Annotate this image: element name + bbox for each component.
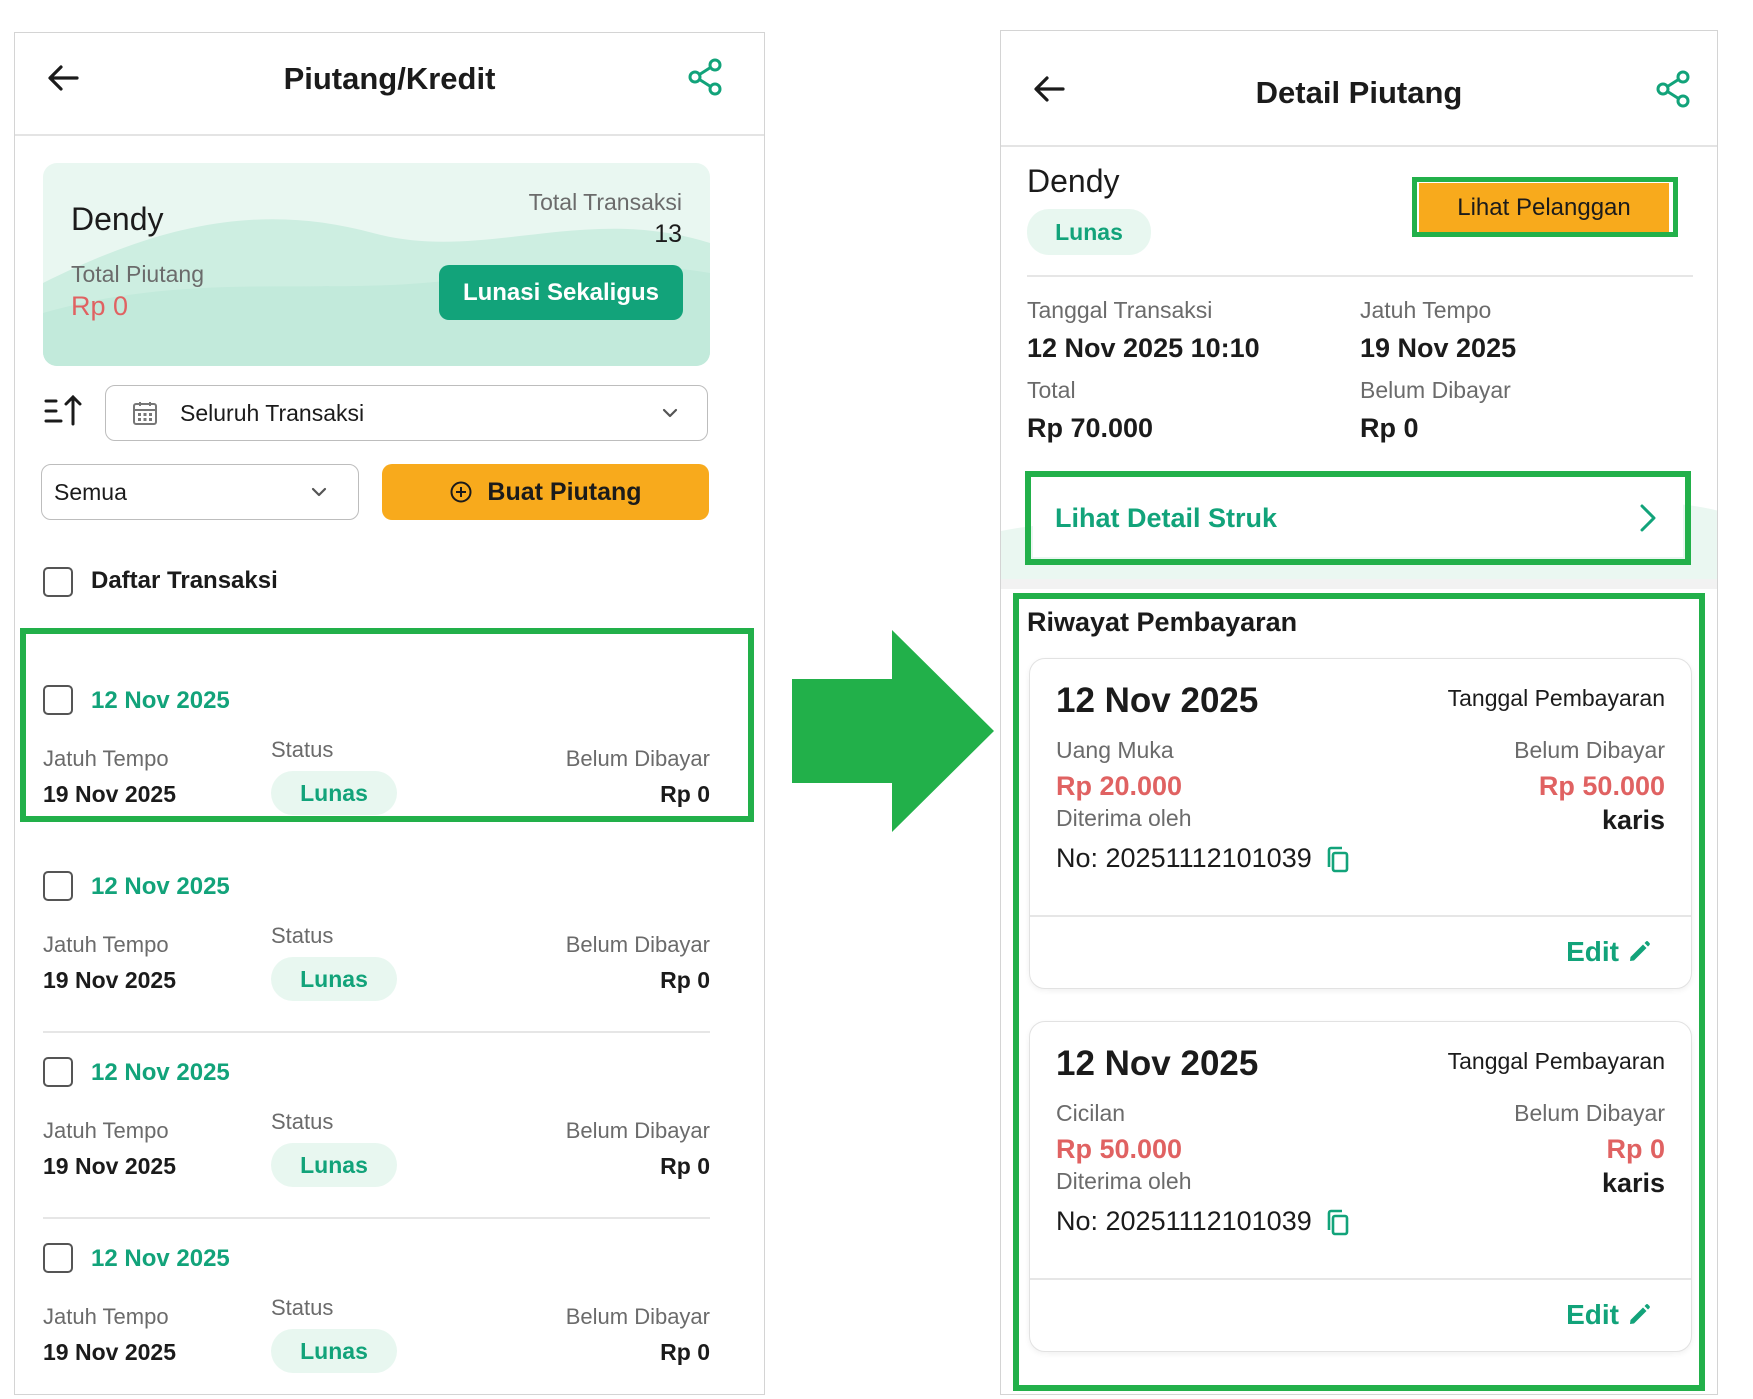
jatuh-tempo-value: 19 Nov 2025 — [43, 967, 176, 993]
jatuh-tempo-value: 19 Nov 2025 — [43, 1339, 176, 1365]
highlight-box — [1025, 471, 1691, 565]
daftar-transaksi-label: Daftar Transaksi — [91, 567, 278, 594]
tanggal-transaksi-label: Tanggal Transaksi — [1027, 297, 1213, 323]
belum-dibayar-value: Rp 0 — [1360, 413, 1419, 443]
transaction-date: 12 Nov 2025 — [91, 1245, 230, 1272]
calendar-icon — [132, 400, 158, 426]
page-title: Detail Piutang — [1255, 75, 1463, 110]
status-badge: Lunas — [271, 1143, 397, 1187]
total-value: Rp 70.000 — [1027, 413, 1154, 443]
total-transaksi-value: 13 — [654, 220, 682, 248]
row-checkbox[interactable] — [43, 1057, 73, 1087]
status-badge: Lunas — [1027, 209, 1151, 255]
belum-dibayar-label: Belum Dibayar — [1360, 377, 1511, 403]
belum-dibayar-value: Rp 0 — [660, 967, 710, 993]
total-transaksi-label: Total Transaksi — [528, 189, 682, 215]
customer-name: Dendy — [1027, 163, 1120, 199]
arrow-right-icon — [792, 630, 994, 832]
buat-piutang-button[interactable]: Buat Piutang — [382, 464, 709, 520]
jatuh-tempo-value: 19 Nov 2025 — [43, 1153, 176, 1179]
period-select[interactable]: Seluruh Transaksi — [105, 385, 708, 441]
top-bar: Detail Piutang — [1001, 31, 1717, 147]
belum-dibayar-label: Belum Dibayar — [565, 932, 710, 957]
status-select-value: Semua — [54, 478, 127, 505]
status-badge: Lunas — [271, 957, 397, 1001]
plus-circle-icon — [449, 480, 473, 504]
status-label: Status — [271, 1109, 334, 1134]
belum-dibayar-label: Belum Dibayar — [565, 1304, 710, 1329]
page-title: Piutang/Kredit — [283, 61, 496, 96]
status-select[interactable]: Semua — [41, 464, 359, 520]
transaction-date: 12 Nov 2025 — [91, 873, 230, 900]
transaction-row[interactable]: 12 Nov 2025 Jatuh Tempo 19 Nov 2025 Stat… — [43, 1219, 710, 1394]
share-icon[interactable] — [685, 57, 725, 97]
total-label: Total — [1027, 377, 1076, 403]
transaction-row[interactable]: 12 Nov 2025 Jatuh Tempo 19 Nov 2025 Stat… — [43, 847, 710, 1033]
detail-piutang-screen: Detail Piutang Dendy Lunas Lihat Pelangg… — [1000, 30, 1718, 1395]
chevron-down-icon — [659, 402, 681, 424]
buat-piutang-label: Buat Piutang — [487, 477, 642, 506]
jatuh-tempo-value: 19 Nov 2025 — [1360, 333, 1517, 363]
jatuh-tempo-label: Jatuh Tempo — [43, 932, 169, 957]
row-checkbox[interactable] — [43, 871, 73, 901]
jatuh-tempo-label: Jatuh Tempo — [43, 1118, 169, 1143]
transaction-date: 12 Nov 2025 — [91, 1059, 230, 1086]
jatuh-tempo-label: Jatuh Tempo — [1360, 297, 1492, 323]
status-label: Status — [271, 1295, 334, 1320]
customer-name: Dendy — [71, 201, 164, 237]
highlight-box — [1013, 593, 1705, 1391]
total-piutang-label: Total Piutang — [71, 261, 204, 287]
transaction-row[interactable]: 12 Nov 2025 Jatuh Tempo 19 Nov 2025 Stat… — [43, 1033, 710, 1219]
belum-dibayar-value: Rp 0 — [660, 1153, 710, 1179]
highlight-box — [1412, 177, 1678, 237]
select-all-checkbox[interactable] — [43, 567, 73, 597]
status-label: Status — [271, 923, 334, 948]
status-badge: Lunas — [271, 1329, 397, 1373]
belum-dibayar-label: Belum Dibayar — [565, 1118, 710, 1143]
sort-icon[interactable] — [43, 391, 85, 436]
section-gap — [1001, 579, 1717, 589]
summary-card: Dendy Total Transaksi 13 Total Piutang R… — [43, 163, 710, 366]
tanggal-transaksi-value: 12 Nov 2025 10:10 — [1027, 333, 1260, 363]
jatuh-tempo-label: Jatuh Tempo — [43, 1304, 169, 1329]
belum-dibayar-value: Rp 0 — [660, 1339, 710, 1365]
total-piutang-value: Rp 0 — [71, 291, 129, 321]
divider — [1027, 275, 1693, 277]
lunasi-sekaligus-button[interactable]: Lunasi Sekaligus — [439, 265, 683, 320]
row-checkbox[interactable] — [43, 1243, 73, 1273]
chevron-down-icon — [308, 481, 330, 503]
share-icon[interactable] — [1653, 69, 1693, 109]
highlight-box — [20, 628, 754, 822]
period-select-value: Seluruh Transaksi — [180, 399, 365, 426]
top-bar: Piutang/Kredit — [15, 33, 764, 136]
